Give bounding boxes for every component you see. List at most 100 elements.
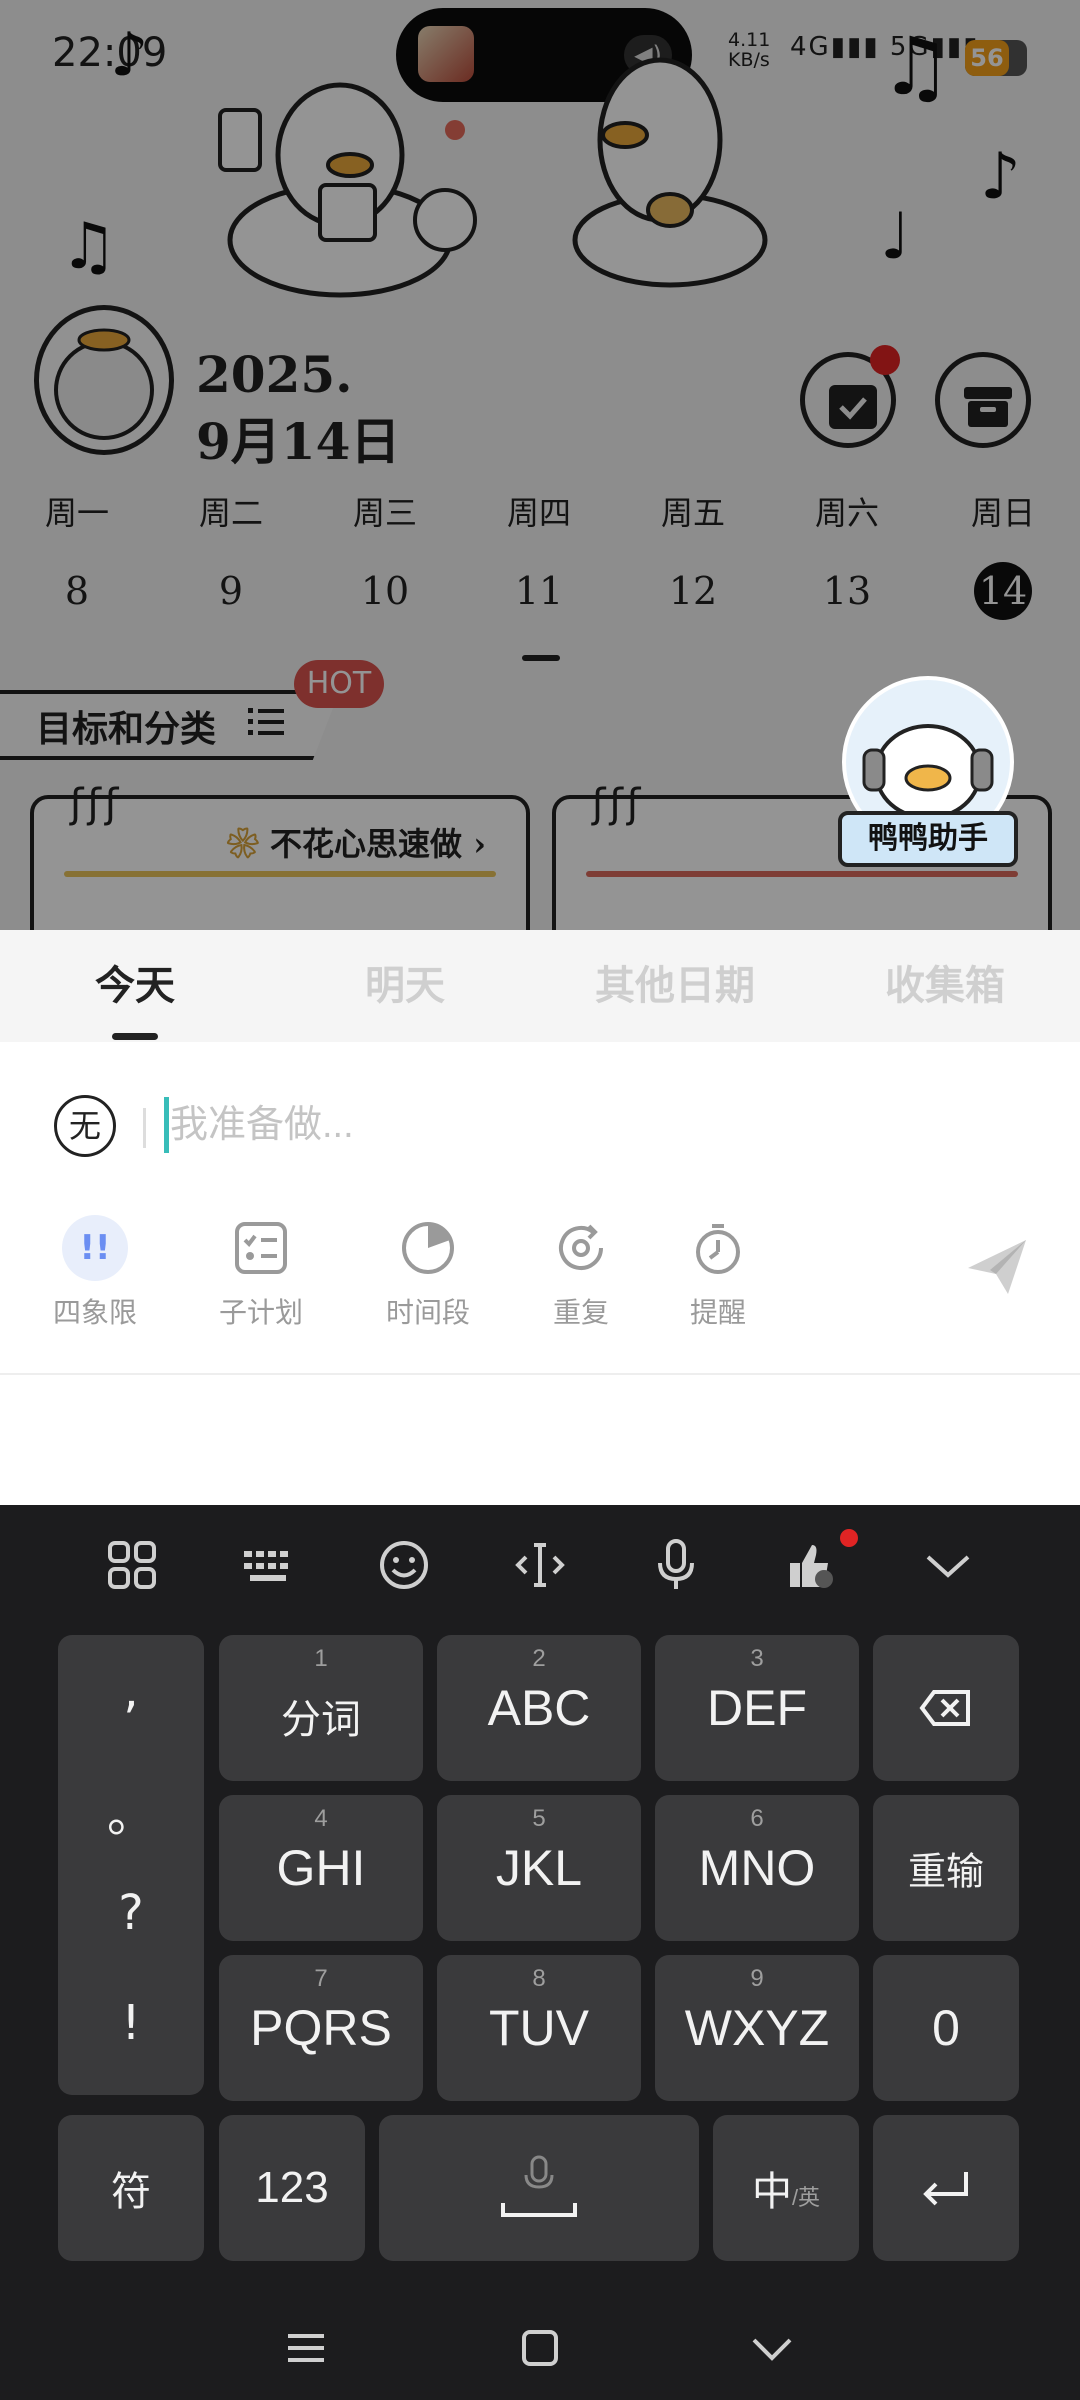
reenter-button[interactable]: 重输 [873, 1795, 1019, 1941]
key-4[interactable]: 4 GHI [219, 1795, 423, 1941]
tool-timeslot[interactable]: 时间段 [353, 1215, 503, 1331]
list-icon [248, 708, 284, 735]
assistant-button[interactable]: 鸭鸭助手 [838, 676, 1018, 867]
ime-keyboard: , 。 ? ! 1 分词 2 ABC 3 DEF 4 GHI 5 JKL 6 M… [0, 1505, 1080, 2400]
duck-writing-illustration [218, 82, 477, 298]
key-5[interactable]: 5 JKL [437, 1795, 641, 1941]
tab-indicator [112, 1033, 158, 1040]
key-period[interactable]: 。 [58, 1775, 204, 1845]
clock-pie-icon [395, 1215, 461, 1281]
enter-icon [923, 2172, 968, 2206]
goal-card[interactable]: ʃʃʃ ❀ 不花心思速做 › [30, 781, 530, 930]
symbol-button[interactable]: 符 [58, 2115, 204, 2261]
punctuation-column[interactable]: , 。 ? ! [58, 1635, 204, 2095]
music-note-icon: ♫ [880, 20, 952, 113]
day-sat[interactable]: 周六 13 [787, 488, 907, 620]
enter-button[interactable] [873, 2115, 1019, 2261]
exclamation-icon: !! [62, 1215, 128, 1281]
back-chevron-icon[interactable] [742, 2318, 802, 2378]
key-2[interactable]: 2 ABC [437, 1635, 641, 1781]
key-6[interactable]: 6 MNO [655, 1795, 859, 1941]
tool-subplan[interactable]: 子计划 [186, 1215, 336, 1331]
day-fri[interactable]: 周五 12 [633, 488, 753, 620]
hot-badge: HOT [294, 660, 384, 708]
key-8[interactable]: 8 TUV [437, 1955, 641, 2101]
battery-level: 56 [965, 40, 1009, 76]
key-exclaim[interactable]: ! [58, 1995, 204, 2051]
card-accent-line [64, 871, 496, 877]
number-mode-button[interactable]: 123 [219, 2115, 365, 2261]
system-nav-bar [0, 2300, 1080, 2400]
key-question[interactable]: ? [58, 1885, 204, 1941]
backspace-icon [919, 1690, 970, 1726]
repeat-icon [548, 1215, 614, 1281]
archive-button[interactable] [935, 352, 1031, 448]
day-thu[interactable]: 周四 11 [479, 488, 599, 620]
today-marker: 14 [974, 562, 1032, 620]
key-9[interactable]: 9 WXYZ [655, 1955, 859, 2101]
space-bar[interactable] [379, 2115, 699, 2261]
tool-reminder[interactable]: 提醒 [643, 1215, 793, 1331]
goals-title: 目标和分类 [36, 708, 217, 750]
paper-plane-icon [968, 1240, 1026, 1294]
tool-repeat[interactable]: 重复 [506, 1215, 656, 1331]
card-accent-line [586, 871, 1018, 877]
assistant-label: 鸭鸭助手 [838, 811, 1018, 867]
date-year: 2025. [196, 345, 353, 404]
duck-singing-illustration [572, 57, 768, 288]
send-button[interactable] [962, 1232, 1032, 1302]
key-3[interactable]: 3 DEF [655, 1635, 859, 1781]
add-task-sheet: 今天 明天 其他日期 收集箱 无 !! 四象限 子计划 [0, 930, 1080, 1505]
sheet-divider [0, 1373, 1080, 1375]
app-background: 22:09 ◀) 4.11 KB/s 4G▮▮▮ 5G▮▮▮ 56 ♫ ♪ ♩ … [0, 0, 1080, 930]
home-icon[interactable] [510, 2318, 570, 2378]
key-0[interactable]: 0 [873, 1955, 1019, 2101]
day-wed[interactable]: 周三 10 [325, 488, 445, 620]
drag-handle[interactable] [522, 655, 560, 661]
stopwatch-icon [685, 1215, 751, 1281]
duck-avatar-icon [54, 328, 154, 440]
key-7[interactable]: 7 PQRS [219, 1955, 423, 2101]
space-mic-icon [501, 2155, 577, 2217]
apps-grid-icon[interactable] [102, 1535, 162, 1595]
keyboard-layout-icon[interactable] [238, 1535, 298, 1595]
music-note-icon: ♪ [980, 140, 1021, 214]
priority-selector[interactable]: 无 [54, 1095, 116, 1157]
date-tabs: 今天 明天 其他日期 收集箱 [0, 930, 1080, 1042]
day-sun[interactable]: 周日 14 [943, 488, 1063, 620]
music-note-icon: ♫ [60, 210, 118, 284]
language-switch-button[interactable]: 中/英 [713, 2115, 859, 2261]
menu-icon[interactable] [276, 2318, 336, 2378]
day-mon[interactable]: 周一 8 [17, 488, 137, 620]
backspace-button[interactable] [873, 1635, 1019, 1781]
emoji-icon[interactable] [374, 1535, 434, 1595]
tab-today[interactable]: 今天 [0, 930, 270, 1042]
input-divider [143, 1108, 146, 1148]
tab-other-date[interactable]: 其他日期 [540, 930, 810, 1042]
tab-tomorrow[interactable]: 明天 [270, 930, 540, 1042]
duck-headphones-icon [862, 724, 994, 820]
key-comma[interactable]: , [58, 1663, 204, 1719]
collapse-keyboard-icon[interactable] [918, 1535, 978, 1595]
checklist-icon [228, 1215, 294, 1281]
key-1[interactable]: 1 分词 [219, 1635, 423, 1781]
spiral-rings: ʃʃʃ [592, 781, 645, 827]
music-note-icon: ♩ [880, 200, 911, 274]
microphone-icon[interactable] [646, 1535, 706, 1595]
thumbs-up-ad-icon[interactable] [780, 1535, 840, 1595]
tab-inbox[interactable]: 收集箱 [810, 930, 1080, 1042]
tool-quadrant[interactable]: !! 四象限 [20, 1215, 170, 1331]
date-day: 9月14日 [196, 412, 401, 471]
task-input[interactable] [168, 1090, 928, 1160]
archive-box-icon [964, 387, 1012, 427]
week-strip: 周一 8 周二 9 周三 10 周四 11 周五 12 周六 13 周日 14 [0, 488, 1080, 620]
music-note-icon: ♪ [110, 20, 149, 90]
lotus-icon: ❀ [226, 825, 259, 863]
goal-card-title: ❀ 不花心思速做 › [226, 825, 486, 863]
notification-dot [840, 1529, 858, 1547]
day-tue[interactable]: 周二 9 [171, 488, 291, 620]
cursor-move-icon[interactable] [510, 1535, 570, 1595]
avatar[interactable] [34, 305, 174, 455]
keyboard-toolbar [0, 1505, 1080, 1625]
spiral-rings: ʃʃʃ [70, 781, 123, 827]
